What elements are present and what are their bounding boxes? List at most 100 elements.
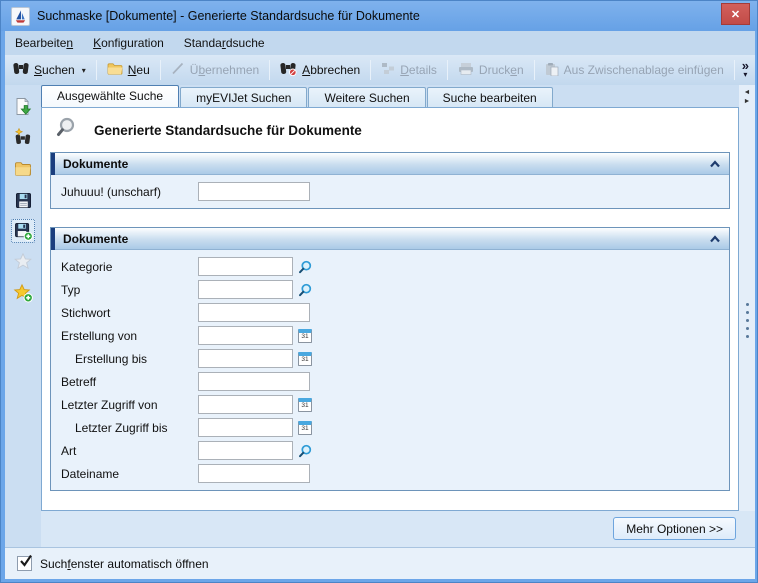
menu-bearbeiten[interactable]: Bearbeiten <box>5 33 83 53</box>
form-row: Letzter Zugriff bis 31 <box>51 416 729 439</box>
suchfenster-checkbox[interactable] <box>17 556 32 571</box>
calendar-icon[interactable]: 31 <box>298 421 312 435</box>
collapse-chevron-icon[interactable] <box>709 235 721 243</box>
tab-scroll-left-icon[interactable]: ◄ <box>744 89 751 96</box>
pencil-slash-icon <box>171 62 185 78</box>
lookup-icon[interactable] <box>298 444 312 458</box>
window-title: Suchmaske [Dokumente] - Generierte Stand… <box>37 9 420 23</box>
form-row: Erstellung von 31 <box>51 324 729 347</box>
toolbar-separator <box>160 60 161 80</box>
typ-input[interactable] <box>198 280 293 299</box>
group-body: Juhuuu! (unscharf) <box>51 175 729 208</box>
field-label: Letzter Zugriff von <box>51 398 198 412</box>
lookup-icon[interactable] <box>298 260 312 274</box>
tab-scroll-buttons[interactable]: ◄ ► <box>739 89 755 105</box>
toolbar-overflow-button[interactable]: » ▾ <box>742 61 749 79</box>
splitter-bar[interactable]: ◄ ► <box>739 85 755 511</box>
juhuuu-input[interactable] <box>198 182 310 201</box>
letzter-zugriff-von-input[interactable] <box>198 395 293 414</box>
menu-accesskey: K <box>93 36 101 50</box>
form-row: Typ <box>51 278 729 301</box>
paste-icon <box>545 62 559 79</box>
suchen-button[interactable]: Suchen ▾ <box>5 58 94 82</box>
calendar-icon[interactable]: 31 <box>298 329 312 343</box>
splitter-grip-icon[interactable] <box>739 303 755 338</box>
chevron-down-icon[interactable]: ▾ <box>82 66 86 75</box>
group-title: Dokumente <box>63 232 128 246</box>
details-button[interactable]: Details <box>373 58 445 82</box>
uebernehmen-button[interactable]: Übernehmen <box>163 58 267 82</box>
calendar-icon[interactable]: 31 <box>298 352 312 366</box>
collapse-chevron-icon[interactable] <box>709 160 721 168</box>
form-row: Letzter Zugriff von 31 <box>51 393 729 416</box>
button-label: Drucken <box>479 63 524 77</box>
button-label: Übernehmen <box>190 63 259 77</box>
mehr-optionen-button[interactable]: Mehr Optionen >> <box>613 517 736 540</box>
erstellung-bis-input[interactable] <box>198 349 293 368</box>
stichwort-input[interactable] <box>198 303 310 322</box>
menubar: Bearbeiten Konfiguration Standardsuche <box>5 31 755 55</box>
drucken-button[interactable]: Drucken <box>450 58 532 82</box>
form-row: Dateiname <box>51 462 729 485</box>
toolbar-separator <box>96 60 97 80</box>
overflow-chevron-icon: » <box>742 61 749 70</box>
form-row: Erstellung bis 31 <box>51 347 729 370</box>
form-row: Juhuuu! (unscharf) <box>51 180 729 203</box>
art-input[interactable] <box>198 441 293 460</box>
neu-button[interactable]: Neu <box>99 58 158 82</box>
group-accent-bar <box>51 228 55 250</box>
tab-ausgewaehlte-suche[interactable]: Ausgewählte Suche <box>41 85 179 107</box>
tabstrip: Ausgewählte Suche myEVIJet Suchen Weiter… <box>41 85 554 107</box>
open-folder-icon[interactable] <box>11 157 35 181</box>
toolbar: Suchen ▾ Neu Übernehmen Abbrechen <box>5 55 755 85</box>
main-area: Ausgewählte Suche myEVIJet Suchen Weiter… <box>5 85 755 547</box>
group-body: Kategorie Typ Stichwor <box>51 250 729 490</box>
button-label: Suchen <box>34 63 75 77</box>
field-label: Letzter Zugriff bis <box>51 421 198 435</box>
menu-konfiguration[interactable]: Konfiguration <box>83 33 174 53</box>
overflow-arrow-icon: ▾ <box>743 70 747 79</box>
menu-label-part: Bearbeite <box>15 36 66 50</box>
aus-zwischenablage-einfuegen-button[interactable]: Aus Zwischenablage einfügen <box>537 58 732 83</box>
group-header[interactable]: Dokumente <box>51 153 729 175</box>
save-search-as-icon[interactable] <box>11 219 35 243</box>
field-label: Erstellung bis <box>51 352 198 366</box>
group-header[interactable]: Dokumente <box>51 228 729 250</box>
checkbox-label[interactable]: Suchfenster automatisch öffnen <box>40 557 209 571</box>
betreff-input[interactable] <box>198 372 310 391</box>
close-button[interactable]: ✕ <box>721 3 750 25</box>
calendar-icon[interactable]: 31 <box>298 398 312 412</box>
button-label: Neu <box>128 63 150 77</box>
tab-scroll-right-icon[interactable]: ► <box>744 98 751 105</box>
binoculars-cancel-icon <box>280 62 297 79</box>
field-label: Art <box>51 444 198 458</box>
save-search-icon[interactable] <box>11 188 35 212</box>
button-label: Aus Zwischenablage einfügen <box>564 63 724 77</box>
tab-weitere-suchen[interactable]: Weitere Suchen <box>308 87 425 107</box>
menu-accesskey: n <box>66 36 73 50</box>
kategorie-input[interactable] <box>198 257 293 276</box>
button-label: Details <box>400 63 437 77</box>
toolbar-separator <box>447 60 448 80</box>
add-favorite-icon[interactable] <box>11 281 35 305</box>
group-accent-bar <box>51 153 55 175</box>
field-label: Typ <box>51 283 198 297</box>
tab-suche-bearbeiten[interactable]: Suche bearbeiten <box>427 87 553 107</box>
tab-myevijet-suchen[interactable]: myEVIJet Suchen <box>180 87 307 107</box>
search-magnifier-icon <box>56 116 80 145</box>
toolbar-separator <box>734 60 735 80</box>
field-label: Betreff <box>51 375 198 389</box>
dateiname-input[interactable] <box>198 464 310 483</box>
toolbar-separator <box>534 60 535 80</box>
letzter-zugriff-bis-input[interactable] <box>198 418 293 437</box>
titlebar: Suchmaske [Dokumente] - Generierte Stand… <box>1 1 758 31</box>
erstellung-von-input[interactable] <box>198 326 293 345</box>
lookup-icon[interactable] <box>298 283 312 297</box>
menu-standardsuche[interactable]: Standardsuche <box>174 33 275 53</box>
load-search-icon[interactable] <box>11 95 35 119</box>
field-label: Erstellung von <box>51 329 198 343</box>
new-search-icon[interactable] <box>11 126 35 150</box>
abbrechen-button[interactable]: Abbrechen <box>272 58 368 83</box>
favorite-icon[interactable] <box>11 250 35 274</box>
toolbar-separator <box>370 60 371 80</box>
